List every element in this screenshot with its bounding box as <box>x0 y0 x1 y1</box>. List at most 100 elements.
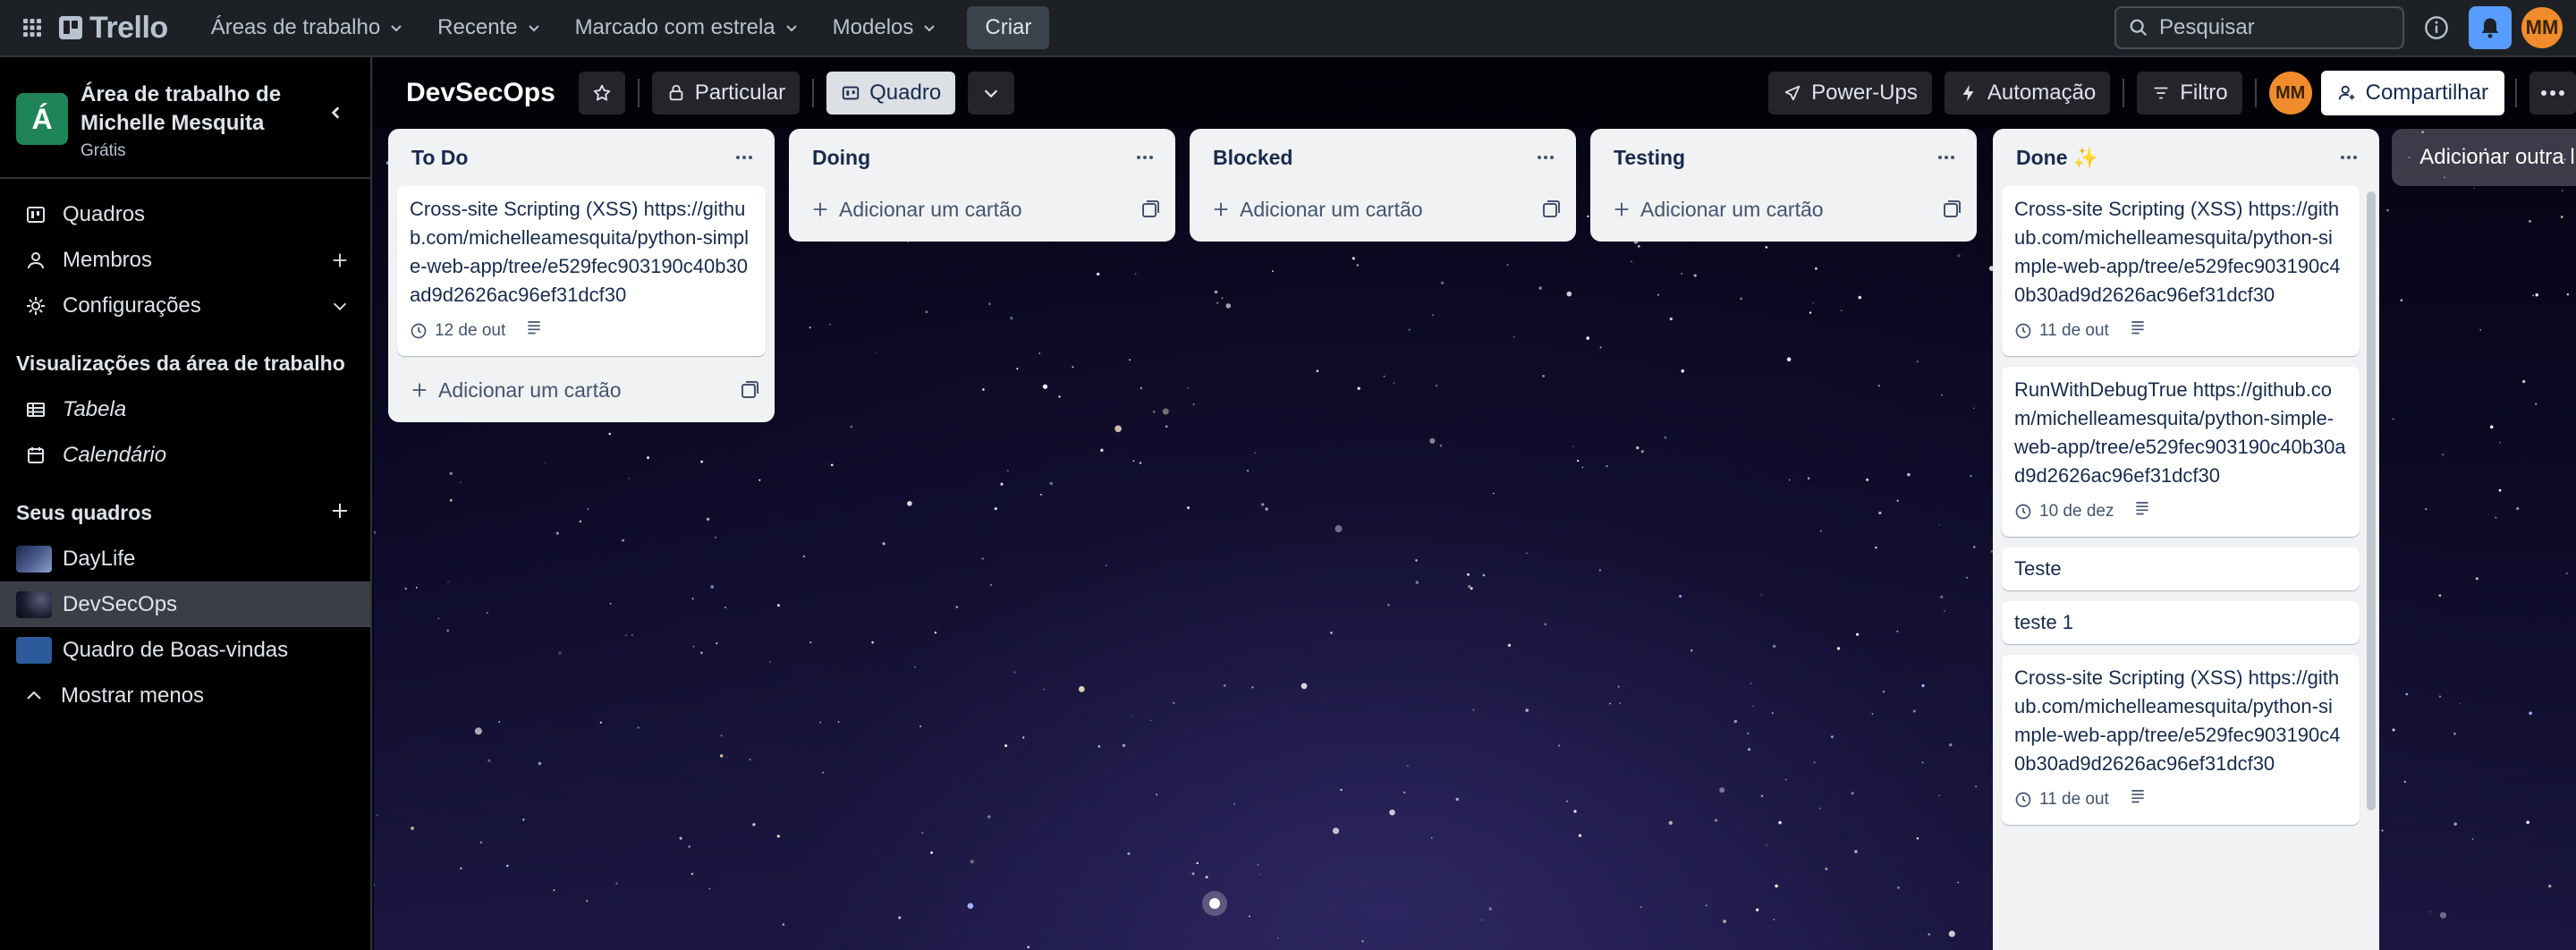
list-menu-button[interactable] <box>1129 141 1161 174</box>
star <box>1609 702 1611 705</box>
star <box>1114 425 1122 433</box>
list-title[interactable]: To Do <box>411 146 728 170</box>
trello-logo[interactable]: Trello <box>59 11 168 46</box>
calendar-icon <box>23 443 48 468</box>
share-button[interactable]: Compartilhar <box>2320 71 2504 115</box>
star <box>1818 807 1821 810</box>
card[interactable]: Teste <box>2002 547 2360 590</box>
card[interactable]: RunWithDebugTrue https://github.com/mich… <box>2002 367 2360 537</box>
sidebar-item-calendar[interactable]: Calendário <box>0 432 370 478</box>
list-menu-button[interactable] <box>2333 141 2365 174</box>
sidebar-board-label: DayLife <box>63 546 136 571</box>
recent-menu[interactable]: Recente <box>425 8 553 47</box>
visibility-button[interactable]: Particular <box>651 72 801 115</box>
card[interactable]: Cross-site Scripting (XSS) https://githu… <box>2002 655 2360 825</box>
sidebar-board-welcome[interactable]: Quadro de Boas-vindas <box>0 627 370 673</box>
card[interactable]: teste 1 <box>2002 601 2360 644</box>
star <box>625 634 627 636</box>
workspace-avatar[interactable]: Á <box>16 93 68 145</box>
card-template-icon[interactable] <box>1941 199 1962 220</box>
board-title[interactable]: DevSecOps <box>406 78 555 108</box>
list-title[interactable]: Doing <box>812 146 1129 170</box>
info-button[interactable] <box>2415 6 2458 49</box>
workspaces-menu[interactable]: Áreas de trabalho <box>199 8 416 47</box>
sidebar-item-boards[interactable]: Quadros <box>0 191 370 237</box>
list-scrollbar[interactable] <box>2367 191 2376 810</box>
star <box>2548 885 2552 888</box>
card[interactable]: Cross-site Scripting (XSS) https://githu… <box>2002 186 2360 356</box>
search-input[interactable]: Pesquisar <box>2114 6 2404 49</box>
card[interactable]: Cross-site Scripting (XSS) https://githu… <box>397 186 766 356</box>
board-view-button[interactable]: Quadro <box>826 72 956 115</box>
sidebar-item-settings[interactable]: Configurações <box>0 283 370 328</box>
star <box>776 835 780 838</box>
star <box>1408 328 1411 331</box>
visibility-label: Particular <box>694 81 786 105</box>
star <box>1251 686 1254 689</box>
add-card-button[interactable]: Adicionar um cartão <box>397 367 766 413</box>
sidebar-board-daylife[interactable]: DayLife <box>0 536 370 581</box>
automation-button[interactable]: Automação <box>1944 72 2111 115</box>
list-title[interactable]: Blocked <box>1213 146 1530 170</box>
star <box>460 481 462 483</box>
star <box>1132 460 1135 462</box>
more-horizontal-icon <box>2541 90 2564 96</box>
list-title[interactable]: Testing <box>1614 146 1930 170</box>
chevron-down-icon[interactable] <box>329 295 351 317</box>
star <box>1470 587 1473 590</box>
add-member-icon[interactable] <box>329 250 351 271</box>
star <box>2529 711 2532 716</box>
star <box>1664 436 1667 439</box>
app-switcher-icon[interactable] <box>14 10 50 46</box>
star <box>1122 743 1126 748</box>
collapse-sidebar-button[interactable] <box>318 95 354 131</box>
board-menu-button[interactable] <box>2529 72 2576 115</box>
star <box>1261 503 1265 506</box>
star <box>706 517 710 522</box>
account-avatar[interactable]: MM <box>2519 4 2565 51</box>
sidebar-item-members[interactable]: Membros <box>0 237 370 283</box>
add-board-icon[interactable] <box>329 500 351 527</box>
star <box>1272 270 1274 273</box>
notifications-button[interactable] <box>2469 6 2512 49</box>
star <box>586 900 589 903</box>
add-card-label: Adicionar um cartão <box>1240 197 1423 221</box>
star <box>1100 448 1104 452</box>
add-card-button[interactable]: Adicionar um cartão <box>1599 186 1968 233</box>
header-separator <box>2123 79 2125 107</box>
card-template-icon[interactable] <box>1140 199 1161 220</box>
card-template-icon[interactable] <box>1540 199 1562 220</box>
filter-button[interactable]: Filtro <box>2137 72 2242 115</box>
list-menu-button[interactable] <box>728 141 760 174</box>
starred-menu[interactable]: Marcado com estrela <box>563 8 811 47</box>
list-menu-button[interactable] <box>1930 141 1962 174</box>
create-button[interactable]: Criar <box>967 6 1050 49</box>
star <box>1332 827 1340 835</box>
add-list-button[interactable]: Adicionar outra lista <box>2392 129 2576 186</box>
list-menu-button[interactable] <box>1530 141 1562 174</box>
star <box>1606 465 1608 467</box>
star <box>1896 886 1901 889</box>
workspace-name[interactable]: Área de trabalho de Michelle Mesquita <box>80 81 318 138</box>
star <box>411 827 414 830</box>
star <box>1719 787 1725 793</box>
show-less-button[interactable]: Mostrar menos <box>0 673 370 718</box>
star <box>1760 794 1764 798</box>
sidebar-item-table[interactable]: Tabela <box>0 386 370 432</box>
templates-menu[interactable]: Modelos <box>820 8 950 47</box>
sidebar-board-devsecops[interactable]: DevSecOps <box>0 581 370 627</box>
board-member-avatar[interactable]: MM <box>2268 72 2312 115</box>
add-card-button[interactable]: Adicionar um cartão <box>1199 186 1567 233</box>
sidebar-item-label: Tabela <box>63 396 127 421</box>
powerups-button[interactable]: Power-Ups <box>1768 72 1932 115</box>
views-dropdown-button[interactable] <box>968 72 1015 115</box>
card-template-icon[interactable] <box>739 379 760 401</box>
plus-icon <box>2408 156 2411 159</box>
add-card-button[interactable]: Adicionar um cartão <box>798 186 1166 233</box>
list-title[interactable]: Done ✨ <box>2016 146 2333 170</box>
board-view-label: Quadro <box>869 81 942 105</box>
star <box>1938 524 1940 526</box>
star-board-button[interactable] <box>578 72 625 115</box>
star <box>1640 450 1644 454</box>
header-separator <box>2515 79 2517 107</box>
